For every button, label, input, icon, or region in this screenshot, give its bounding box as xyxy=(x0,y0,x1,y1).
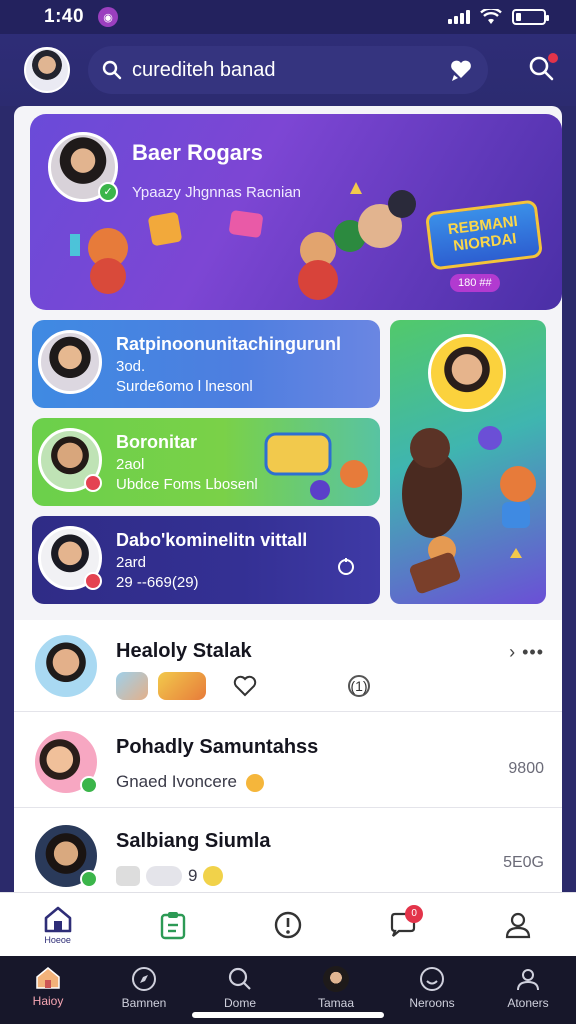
nav-profile-avatar[interactable]: Tamaa xyxy=(291,966,381,1010)
nav-account-label: Atoners xyxy=(507,996,549,1010)
emoji-icon xyxy=(245,773,264,792)
timer-icon[interactable] xyxy=(336,556,356,576)
contact-name: Salbiang Siumla xyxy=(116,830,271,852)
message-time: 9800 xyxy=(508,760,544,777)
notification-dot-icon: ◉ xyxy=(98,7,119,27)
card-description: Surde6omo l lnesonl xyxy=(116,378,253,395)
signal-icon xyxy=(448,10,470,24)
messages-badge: 0 xyxy=(405,904,424,923)
status-dot xyxy=(84,474,102,492)
discover-button[interactable] xyxy=(528,50,560,86)
user-icon xyxy=(517,969,539,991)
system-icons xyxy=(448,9,549,25)
nav-avatar-label: Tamaa xyxy=(317,996,355,1010)
promo-illustration[interactable] xyxy=(390,320,546,604)
hero-illustration xyxy=(70,182,416,300)
status-bar: 1:40 ◉ xyxy=(0,0,576,34)
notification-badge xyxy=(546,50,560,65)
tab-messages[interactable]: 0 xyxy=(373,895,433,955)
promo-avatar xyxy=(428,334,506,412)
user-icon xyxy=(506,912,531,938)
list-item[interactable]: Healoly Stalak › ••• (1) xyxy=(14,620,562,712)
nav-account[interactable]: Atoners xyxy=(483,966,573,1010)
reaction-row: (1) xyxy=(116,672,370,700)
search-icon xyxy=(228,967,251,990)
nav-compass[interactable]: Bamnen xyxy=(99,966,189,1010)
tab-home-label: Hoeoe xyxy=(44,934,71,945)
message-preview: Gnaed Ivoncere xyxy=(116,772,264,792)
contact-name: Healoly Stalak xyxy=(116,640,252,662)
card-meta: 2aol xyxy=(116,456,145,473)
message-time: 5E0G xyxy=(503,854,544,871)
tab-tasks[interactable] xyxy=(143,895,203,955)
nav-compass-label: Bamnen xyxy=(121,996,167,1010)
photo-thumbnail[interactable] xyxy=(116,672,148,700)
feature-card[interactable]: Dabo'kominelitn vittall 2ard 29 --669(29… xyxy=(32,516,380,604)
nav-avatar xyxy=(323,966,349,992)
online-indicator xyxy=(80,776,98,794)
smiley-icon xyxy=(420,967,444,991)
chip-icon xyxy=(116,866,140,886)
card-meta: 3od. xyxy=(116,358,146,375)
wifi-icon xyxy=(480,9,502,24)
hero-banner[interactable]: ✓ Baer Rogars Ypaazy Jhgnnas Racnian REB… xyxy=(30,114,562,310)
nav-search-label: Dome xyxy=(223,996,256,1010)
heart-icon[interactable] xyxy=(232,674,258,698)
status-time: 1:40 xyxy=(44,6,85,27)
info-icon xyxy=(274,911,302,938)
list-item[interactable]: Pohadly Samuntahss Gnaed Ivoncere 9800 xyxy=(14,716,562,808)
nav-stories-label: Neroons xyxy=(409,996,455,1010)
search-input[interactable]: curediteh banad xyxy=(132,59,275,82)
emoji-icon xyxy=(203,866,224,886)
search-bar[interactable]: curediteh banad xyxy=(88,46,488,94)
battery-icon xyxy=(512,9,549,25)
top-bar: curediteh banad xyxy=(0,34,576,106)
message-preview: 9 xyxy=(116,866,224,886)
compass-icon xyxy=(132,967,156,991)
online-indicator xyxy=(80,870,98,888)
profile-avatar[interactable] xyxy=(24,47,70,93)
sticker-thumbnail[interactable] xyxy=(158,672,206,700)
tab-info[interactable] xyxy=(258,895,318,955)
feature-card[interactable]: Ratpinoonunitachingurunl 3od. Surde6omo … xyxy=(32,320,380,408)
reaction-count: (1) xyxy=(348,675,370,697)
contact-avatar xyxy=(32,632,100,700)
hero-title: Baer Rogars xyxy=(132,140,263,165)
chip-icon xyxy=(146,866,182,886)
promo-characters xyxy=(402,426,536,594)
tab-profile[interactable] xyxy=(488,895,548,955)
tab-home[interactable]: Hoeoe xyxy=(28,895,88,955)
home-icon xyxy=(44,906,71,932)
chat-list: Healoly Stalak › ••• (1) Pohadly Samunta… xyxy=(14,620,562,892)
card-illustration xyxy=(264,432,368,500)
hero-pill: 180 ## xyxy=(450,274,500,292)
nav-home-label: Haioy xyxy=(32,994,64,1008)
clipboard-icon xyxy=(160,911,185,939)
hero-badge-banner: REBMANI NIORDAI xyxy=(424,199,544,271)
card-title: Ratpinoonunitachingurunl xyxy=(116,334,341,354)
nav-home[interactable]: Haioy xyxy=(3,966,93,1008)
nav-search[interactable]: Dome xyxy=(195,966,285,1010)
heart-chat-icon[interactable] xyxy=(448,57,474,83)
card-avatar xyxy=(38,330,102,394)
main-content: ✓ Baer Rogars Ypaazy Jhgnnas Racnian REB… xyxy=(14,106,562,892)
home-icon xyxy=(36,967,60,989)
contact-name: Pohadly Samuntahss xyxy=(116,736,319,758)
status-dot xyxy=(84,572,102,590)
card-description: Ubdce Foms Lbosenl xyxy=(116,476,258,493)
more-options-icon[interactable]: › ••• xyxy=(509,642,544,663)
nav-stories[interactable]: Neroons xyxy=(387,966,477,1010)
card-meta: 2ard xyxy=(116,554,147,571)
card-title: Boronitar xyxy=(116,432,197,452)
card-title: Dabo'kominelitn vittall xyxy=(116,530,308,550)
tab-bar: Hoeoe 0 xyxy=(0,892,576,956)
list-item[interactable]: Salbiang Siumla 9 5E0G xyxy=(14,810,562,892)
card-description: 29 --669(29) xyxy=(116,574,199,591)
home-indicator[interactable] xyxy=(192,1012,384,1018)
feature-card[interactable]: Boronitar 2aol Ubdce Foms Lbosenl xyxy=(32,418,380,506)
search-icon xyxy=(102,60,122,80)
